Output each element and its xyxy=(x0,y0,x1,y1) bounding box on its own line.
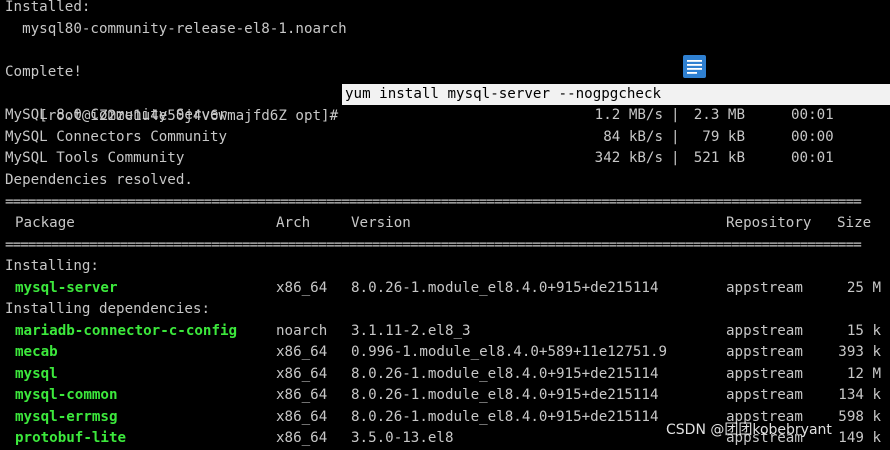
package-arch: x86_64 xyxy=(276,430,328,446)
package-name: mysql-errmsg xyxy=(15,409,118,425)
repo-speed: 1.2 MB/s xyxy=(594,107,663,123)
dependencies-resolved: Dependencies resolved. xyxy=(5,172,193,188)
table-row: mysql-server x86_64 8.0.26-1.module_el8.… xyxy=(5,278,885,300)
repo-download-row: MySQL Connectors Community 84 kB/s | 79 … xyxy=(5,127,885,149)
package-version: 0.996-1.module_el8.4.0+589+11e12751.9 xyxy=(351,344,668,360)
package-version: 8.0.26-1.module_el8.4.0+915+de215114 xyxy=(351,409,659,425)
header-size: Size xyxy=(837,215,872,231)
table-row: mecab x86_64 0.996-1.module_el8.4.0+589+… xyxy=(5,342,885,364)
package-name: mysql-server xyxy=(15,280,118,296)
dependencies-label: Installing dependencies: xyxy=(5,301,210,317)
complete-message: Complete! xyxy=(5,64,82,80)
repo-size: 79 kB xyxy=(702,129,745,145)
repo-speed: 84 kB/s xyxy=(603,129,663,145)
repo-size: 521 kB xyxy=(693,150,745,166)
package-name: protobuf-lite xyxy=(15,430,127,446)
repo-name: MySQL Connectors Community xyxy=(5,129,228,145)
package-version: 3.1.11-2.el8_3 xyxy=(351,323,471,339)
package-arch: x86_64 xyxy=(276,344,328,360)
document-icon[interactable] xyxy=(683,55,706,78)
table-row: mysql-common x86_64 8.0.26-1.module_el8.… xyxy=(5,385,885,407)
installed-package: mysql80-community-release-el8-1.noarch xyxy=(5,21,347,37)
package-repo: appstream xyxy=(726,323,803,339)
repo-size: 2.3 MB xyxy=(693,107,745,123)
package-name: mysql-common xyxy=(15,387,118,403)
package-name: mysql xyxy=(15,366,58,382)
separator-line: ========================================… xyxy=(5,237,862,253)
csdn-watermark: CSDN @团团kobebryant xyxy=(666,422,832,438)
package-version: 8.0.26-1.module_el8.4.0+915+de215114 xyxy=(351,280,659,296)
package-arch: noarch xyxy=(276,323,328,339)
package-repo: appstream xyxy=(726,387,803,403)
package-arch: x86_64 xyxy=(276,366,328,382)
repo-divider: | xyxy=(671,107,680,123)
package-repo: appstream xyxy=(726,344,803,360)
repo-speed: 342 kB/s xyxy=(594,150,663,166)
command-input-highlight[interactable]: yum install mysql-server --nogpgcheck xyxy=(342,84,890,105)
package-arch: x86_64 xyxy=(276,387,328,403)
installing-label: Installing: xyxy=(5,258,99,274)
header-version: Version xyxy=(351,215,411,231)
command-line: [root@iZ2ze1u4e50j4v6wmajfd6Z opt]# yum … xyxy=(5,84,890,124)
header-arch: Arch xyxy=(276,215,311,231)
package-size: 15 k xyxy=(846,323,881,339)
package-version: 8.0.26-1.module_el8.4.0+915+de215114 xyxy=(351,387,659,403)
header-package: Package xyxy=(15,215,75,231)
package-arch: x86_64 xyxy=(276,409,328,425)
repo-download-row: MySQL Tools Community 342 kB/s | 521 kB … xyxy=(5,148,885,170)
package-size: 25 M xyxy=(846,280,881,296)
repo-download-row: MySQL 8.0 Community Server 1.2 MB/s | 2.… xyxy=(5,105,885,127)
repo-time: 00:01 xyxy=(791,107,834,123)
repo-time: 00:01 xyxy=(791,150,834,166)
package-version: 8.0.26-1.module_el8.4.0+915+de215114 xyxy=(351,366,659,382)
terminal-window[interactable]: Installed: mysql80-community-release-el8… xyxy=(0,0,890,450)
package-size: 134 k xyxy=(838,387,881,403)
package-name: mariadb-connector-c-config xyxy=(15,323,238,339)
installed-header: Installed: xyxy=(5,0,91,15)
table-header-row: Package Arch Version Repository Size xyxy=(5,213,885,235)
package-size: 12 M xyxy=(846,366,881,382)
package-version: 3.5.0-13.el8 xyxy=(351,430,454,446)
repo-divider: | xyxy=(671,150,680,166)
package-size: 393 k xyxy=(838,344,881,360)
repo-name: MySQL Tools Community xyxy=(5,150,185,166)
command-text: yum install mysql-server --nogpgcheck xyxy=(345,86,662,102)
package-repo: appstream xyxy=(726,280,803,296)
repo-name: MySQL 8.0 Community Server xyxy=(5,107,228,123)
separator-line: ========================================… xyxy=(5,194,862,210)
package-repo: appstream xyxy=(726,366,803,382)
header-repository: Repository xyxy=(726,215,812,231)
package-name: mecab xyxy=(15,344,58,360)
table-row: mariadb-connector-c-config noarch 3.1.11… xyxy=(5,321,885,343)
repo-divider: | xyxy=(671,129,680,145)
table-row: mysql x86_64 8.0.26-1.module_el8.4.0+915… xyxy=(5,364,885,386)
package-arch: x86_64 xyxy=(276,280,328,296)
repo-time: 00:00 xyxy=(791,129,834,145)
